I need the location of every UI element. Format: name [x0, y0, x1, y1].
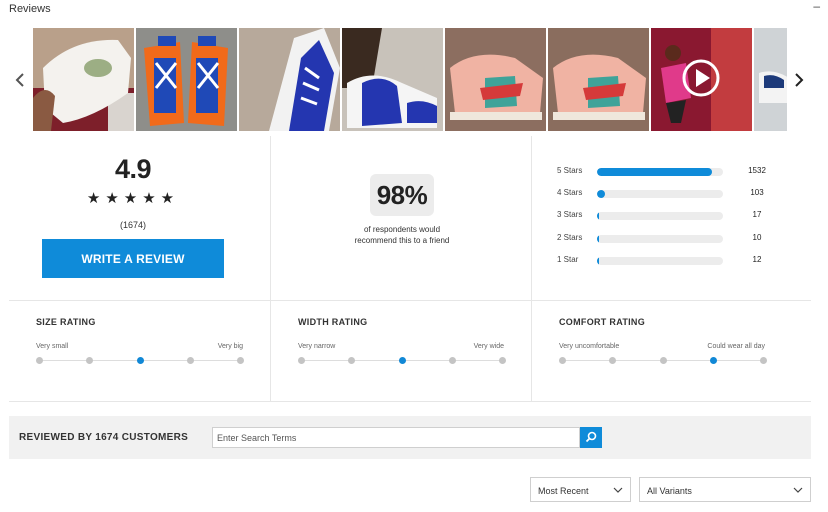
recommend-text: of respondents would recommend this to a…	[354, 225, 450, 245]
recommend-percentage: 98%	[370, 174, 434, 216]
star-bar-track	[597, 235, 723, 243]
rating-dot	[710, 357, 717, 364]
search-button[interactable]	[580, 427, 602, 448]
rating-dot	[298, 357, 305, 364]
search-input[interactable]	[212, 427, 580, 448]
review-photo-6[interactable]	[548, 28, 649, 131]
star-bar-count: 1532	[748, 166, 766, 175]
rating-title: COMFORT RATING	[559, 317, 646, 327]
star-bar-track	[597, 212, 723, 220]
rating-comfort: COMFORT RATING Very uncomfortable Could we…	[531, 301, 792, 401]
chevron-left-icon	[15, 73, 24, 87]
gallery-prev-button[interactable]	[11, 68, 29, 92]
star-bar-label: 4 Stars	[557, 188, 583, 197]
search-icon	[585, 431, 597, 443]
star-bar-fill	[597, 168, 712, 176]
variant-select[interactable]: All Variants	[639, 477, 811, 502]
rating-dot	[86, 357, 93, 364]
reviews-header: Reviews –	[0, 0, 828, 22]
star-bar-label: 5 Stars	[557, 166, 583, 175]
review-photo-4[interactable]	[342, 28, 443, 131]
star-bar-row[interactable]: 3 Stars 17	[557, 209, 797, 223]
reviews-search-bar: REVIEWED BY 1674 CUSTOMERS	[9, 416, 811, 459]
rating-dot	[348, 357, 355, 364]
rating-dot	[760, 357, 767, 364]
gallery-next-button[interactable]	[790, 68, 808, 92]
chevron-down-icon	[613, 487, 623, 493]
star-bar-row[interactable]: 2 Stars 10	[557, 232, 797, 246]
sort-select[interactable]: Most Recent	[530, 477, 631, 502]
collapse-button[interactable]: –	[813, 0, 820, 12]
variant-select-value: All Variants	[647, 486, 692, 496]
rating-min-label: Very narrow	[298, 343, 336, 350]
star-bar-track	[597, 190, 723, 198]
review-photo-5[interactable]	[445, 28, 546, 131]
star-bar-count: 10	[752, 233, 762, 242]
reviews-title: Reviews	[9, 3, 51, 15]
rating-dot	[609, 357, 616, 364]
star-bar-fill	[597, 190, 605, 198]
review-photo-1[interactable]	[33, 28, 134, 131]
rating-max-label: Could wear all day	[707, 343, 765, 350]
star-bar-label: 1 Star	[557, 255, 579, 264]
average-rating: 4.9	[114, 154, 152, 184]
star-bar-row[interactable]: 4 Stars 103	[557, 187, 797, 201]
review-photo-8[interactable]	[754, 28, 787, 131]
rating-dot	[137, 357, 144, 364]
rating-scale	[298, 357, 506, 364]
chevron-right-icon	[795, 73, 804, 87]
star-bar-count: 17	[752, 210, 762, 219]
rating-dot	[187, 357, 194, 364]
fit-ratings: SIZE RATING Very small Very big WIDTH RATIN…	[9, 300, 811, 402]
rating-dot	[660, 357, 667, 364]
star-rating-icon: ★★★★★	[86, 190, 180, 207]
rating-title: WIDTH RATING	[298, 317, 368, 327]
rating-max-label: Very big	[217, 343, 243, 350]
rating-dot	[559, 357, 566, 364]
gallery-thumbnails	[33, 28, 787, 131]
star-bar-count: 103	[750, 188, 764, 197]
rating-min-label: Very uncomfortable	[559, 343, 620, 350]
star-bar-track	[597, 257, 723, 265]
star-bar-label: 2 Stars	[557, 233, 583, 242]
review-video-7[interactable]	[651, 28, 752, 131]
star-bar-row[interactable]: 5 Stars 1532	[557, 165, 797, 179]
star-bar-fill	[597, 257, 599, 265]
recommend-panel: 98% of respondents would recommend this …	[270, 136, 531, 300]
star-bar-track	[597, 168, 723, 176]
star-bar-count: 12	[752, 255, 762, 264]
reviewed-by-label: REVIEWED BY 1674 CUSTOMERS	[19, 432, 189, 443]
rating-scale	[559, 357, 767, 364]
rating-scale	[36, 357, 244, 364]
rating-title: SIZE RATING	[36, 317, 96, 327]
write-review-button[interactable]: WRITE A REVIEW	[42, 239, 224, 278]
star-bar-label: 3 Stars	[557, 210, 583, 219]
star-bar-fill	[597, 235, 599, 243]
review-photo-2[interactable]	[136, 28, 237, 131]
rating-max-label: Very wide	[473, 343, 504, 350]
review-count: (1674)	[119, 220, 146, 230]
star-bar-row[interactable]: 1 Star 12	[557, 254, 797, 268]
chevron-down-icon	[793, 487, 803, 493]
rating-dot	[36, 357, 43, 364]
rating-size: SIZE RATING Very small Very big	[9, 301, 270, 401]
rating-dot	[499, 357, 506, 364]
star-distribution-panel: 5 Stars 1532 4 Stars 103 3 Stars 17 2 Stars 10 1…	[531, 136, 811, 300]
review-photo-3[interactable]	[239, 28, 340, 131]
rating-width: WIDTH RATING Very narrow Very wide	[270, 301, 531, 401]
sort-select-value: Most Recent	[538, 486, 589, 496]
rating-dot	[399, 357, 406, 364]
rating-dot	[449, 357, 456, 364]
review-media-gallery	[0, 28, 828, 132]
rating-min-label: Very small	[36, 343, 69, 350]
rating-dot	[237, 357, 244, 364]
rating-summary: 4.9 ★★★★★ (1674) WRITE A REVIEW 98% of r…	[9, 136, 811, 300]
star-bar-fill	[597, 212, 599, 220]
average-score-panel: 4.9 ★★★★★ (1674) WRITE A REVIEW	[9, 136, 270, 300]
